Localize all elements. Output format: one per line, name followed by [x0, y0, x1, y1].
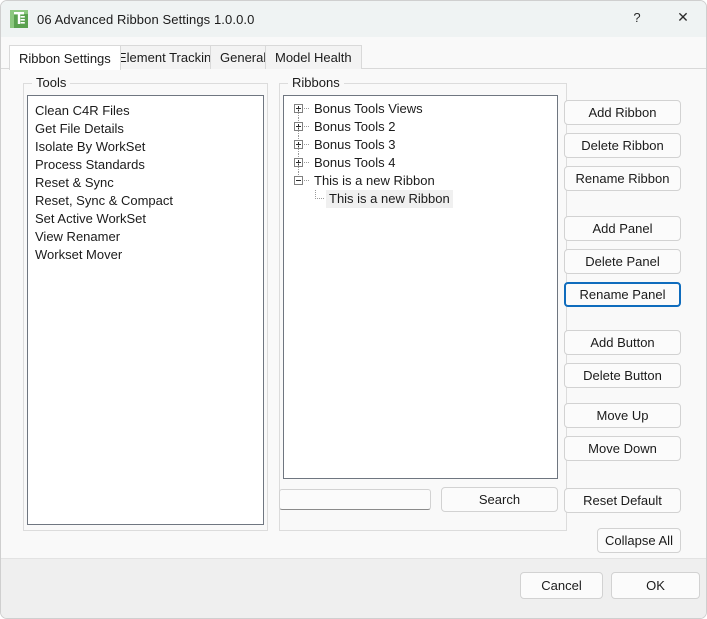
delete-panel-button[interactable]: Delete Panel — [564, 249, 681, 274]
ribbons-group-label: Ribbons — [288, 75, 344, 90]
tree-node-label: Bonus Tools 2 — [311, 118, 398, 136]
tree-connector-line — [298, 163, 299, 172]
tree-connector-stub — [304, 108, 310, 109]
rename-panel-button[interactable]: Rename Panel — [564, 282, 681, 307]
tree-connector-line — [298, 127, 299, 136]
close-icon[interactable]: ✕ — [660, 1, 706, 33]
tree-node-label: This is a new Ribbon — [311, 172, 438, 190]
tree-root-node[interactable]: Bonus Tools 3 — [284, 136, 557, 154]
tree-connector-stub — [304, 126, 310, 127]
tree-connector-line — [298, 154, 299, 158]
add-button-button[interactable]: Add Button — [564, 330, 681, 355]
tree-node-label: Bonus Tools 4 — [311, 154, 398, 172]
tools-list-item[interactable]: Set Active WorkSet — [28, 210, 263, 228]
reset-default-button[interactable]: Reset Default — [564, 488, 681, 513]
window-title: 06 Advanced Ribbon Settings 1.0.0.0 — [37, 12, 254, 27]
dialog-window: 06 Advanced Ribbon Settings 1.0.0.0 ? ✕ … — [0, 0, 707, 619]
tab-ribbon-settings[interactable]: Ribbon Settings — [9, 45, 121, 70]
tree-root-node[interactable]: Bonus Tools Views — [284, 100, 557, 118]
tools-list-item[interactable]: View Renamer — [28, 228, 263, 246]
tree-connector-stub — [304, 180, 310, 181]
tree-connector-stub — [304, 162, 310, 163]
tools-list[interactable]: Clean C4R FilesGet File DetailsIsolate B… — [27, 95, 264, 525]
ok-button[interactable]: OK — [611, 572, 700, 599]
delete-button-button[interactable]: Delete Button — [564, 363, 681, 388]
tools-list-item[interactable]: Isolate By WorkSet — [28, 138, 263, 156]
tree-connector-line — [298, 172, 299, 176]
title-bar: 06 Advanced Ribbon Settings 1.0.0.0 ? ✕ — [1, 1, 707, 37]
collapse-all-button[interactable]: Collapse All — [597, 528, 681, 553]
tools-list-item[interactable]: Process Standards — [28, 156, 263, 174]
help-button[interactable]: ? — [614, 1, 660, 33]
tree-connector-line — [298, 118, 299, 122]
tree-root-node[interactable]: Bonus Tools 2 — [284, 118, 557, 136]
search-button[interactable]: Search — [441, 487, 558, 512]
tree-connector-line — [298, 145, 299, 154]
tree-root-node[interactable]: This is a new Ribbon — [284, 172, 557, 190]
delete-ribbon-button[interactable]: Delete Ribbon — [564, 133, 681, 158]
tree-connector-stub — [315, 198, 324, 199]
tree-connector-stub — [304, 144, 310, 145]
search-input[interactable] — [279, 489, 431, 510]
rename-ribbon-button[interactable]: Rename Ribbon — [564, 166, 681, 191]
tree-node-label: This is a new Ribbon — [326, 190, 453, 208]
ribbons-tree[interactable]: Bonus Tools ViewsBonus Tools 2Bonus Tool… — [283, 95, 558, 479]
tools-group-label: Tools — [32, 75, 70, 90]
tools-list-item[interactable]: Reset, Sync & Compact — [28, 192, 263, 210]
add-panel-button[interactable]: Add Panel — [564, 216, 681, 241]
tools-list-item[interactable]: Get File Details — [28, 120, 263, 138]
cancel-button[interactable]: Cancel — [520, 572, 603, 599]
tree-connector-line — [298, 109, 299, 118]
tools-list-item[interactable]: Clean C4R Files — [28, 102, 263, 120]
move-up-button[interactable]: Move Up — [564, 403, 681, 428]
tools-list-item[interactable]: Reset & Sync — [28, 174, 263, 192]
footer-bar: Cancel OK — [1, 558, 707, 619]
content-pane: Tools Clean C4R FilesGet File DetailsIso… — [1, 69, 707, 558]
tree-root-node[interactable]: Bonus Tools 4 — [284, 154, 557, 172]
app-icon — [10, 10, 28, 28]
add-ribbon-button[interactable]: Add Ribbon — [564, 100, 681, 125]
tab-model-health[interactable]: Model Health — [265, 45, 362, 69]
tree-node-label: Bonus Tools Views — [311, 100, 426, 118]
tools-list-item[interactable]: Workset Mover — [28, 246, 263, 264]
move-down-button[interactable]: Move Down — [564, 436, 681, 461]
tree-connector-line — [298, 136, 299, 140]
tree-child-node[interactable]: This is a new Ribbon — [284, 190, 557, 208]
collapse-icon[interactable] — [294, 176, 303, 185]
tree-node-label: Bonus Tools 3 — [311, 136, 398, 154]
tab-strip: Ribbon Settings Element Tracking General… — [1, 45, 707, 69]
